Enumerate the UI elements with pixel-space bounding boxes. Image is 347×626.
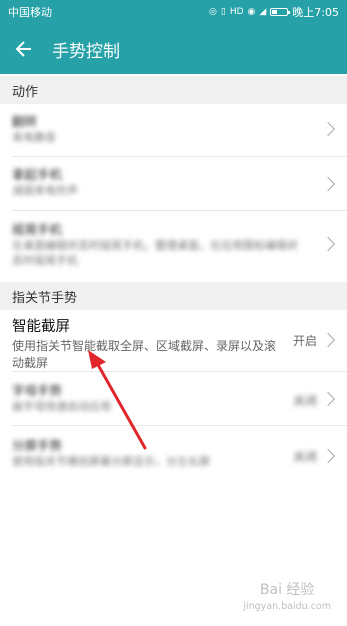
smart-screenshot-title: 智能截屏: [12, 319, 70, 335]
setting-item-title: 拿起手机: [12, 167, 63, 182]
section-header-knuckle: 指关节手势: [0, 282, 347, 310]
watermark-logo: Bai 经验: [259, 582, 315, 598]
vibrate-icon: ▯: [220, 6, 226, 17]
setting-item-title: 字母手势: [12, 383, 63, 398]
setting-item-shake[interactable]: 摇晃手机 在桌面编辑状态时摇晃手机，整理桌面，在应用图标编辑状态时摇晃手机: [0, 211, 347, 277]
eye-icon: ◉: [247, 6, 256, 17]
setting-item-title: 翻转: [12, 114, 38, 129]
setting-item-desc: 减弱来电铃声: [12, 184, 78, 197]
app-bar: 手势控制: [0, 24, 347, 74]
setting-item-title: 分屏手势: [12, 438, 63, 453]
status-icons: ◎ ▯ HD ◉ ◢ 晚上7:05: [209, 4, 339, 20]
carrier-label: 中国移动: [8, 6, 52, 19]
chevron-right-icon: [320, 236, 336, 252]
setting-item-title: 摇晃手机: [12, 222, 63, 237]
setting-item-split-screen-gesture[interactable]: 分屏手势 使用指关节横划屏幕分屏显示，分左右屏 关闭: [0, 426, 347, 482]
status-bar: 中国移动 ◎ ▯ HD ◉ ◢ 晚上7:05: [0, 0, 347, 24]
setting-item-desc: 画字母快速启动应用: [12, 400, 111, 413]
setting-item-desc: 在桌面编辑状态时摇晃手机，整理桌面，在应用图标编辑状态时摇晃手机: [12, 239, 298, 267]
section-header-actions: 动作: [0, 76, 347, 104]
battery-icon: [270, 8, 291, 16]
setting-item-letter-gesture[interactable]: 字母手势 画字母快速启动应用 关闭: [0, 372, 347, 424]
status-time: 晚上7:05: [292, 6, 339, 19]
page-title: 手势控制: [52, 41, 120, 62]
setting-item-pickup[interactable]: 拿起手机 减弱来电铃声: [0, 157, 347, 207]
setting-item-flip[interactable]: 翻转 来电静音: [0, 104, 347, 154]
hotspot-icon: ◎: [209, 6, 217, 17]
hd-icon: HD: [229, 6, 244, 17]
setting-item-state: 关闭: [292, 450, 317, 464]
watermark-url: jingyan.baidu.com: [243, 601, 331, 612]
back-button[interactable]: [2, 27, 46, 71]
setting-item-smart-screenshot[interactable]: 智能截屏 使用指关节智能截取全屏、区域截屏、录屏以及滚动截屏 开启: [0, 310, 347, 370]
smart-screenshot-state: 开启: [292, 334, 317, 348]
setting-item-state: 关闭: [292, 394, 317, 408]
setting-item-desc: 使用指关节横划屏幕分屏显示，分左右屏: [12, 455, 210, 468]
back-arrow-icon: [15, 41, 31, 57]
smart-screenshot-desc: 使用指关节智能截取全屏、区域截屏、录屏以及滚动截屏: [12, 339, 277, 370]
signal-4g-icon: ◢: [259, 6, 267, 17]
setting-item-desc: 来电静音: [12, 131, 56, 144]
watermark: Bai 经验 jingyan.baidu.com: [243, 579, 331, 612]
